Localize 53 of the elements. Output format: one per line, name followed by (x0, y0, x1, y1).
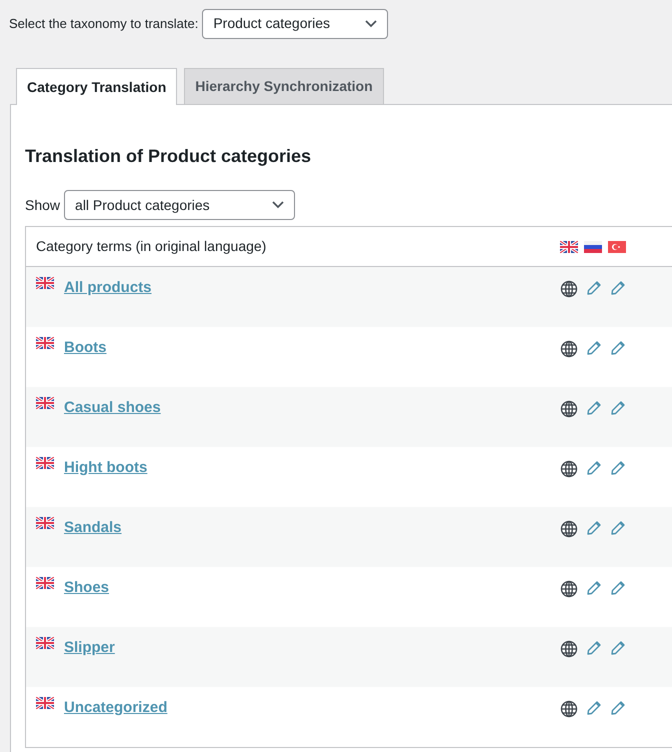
pencil-icon[interactable] (586, 340, 602, 356)
uk-flag-icon (36, 637, 54, 649)
uk-flag-icon (36, 697, 54, 709)
uk-flag-icon (36, 337, 54, 349)
uk-flag-icon (36, 517, 54, 529)
category-link[interactable]: Slipper (64, 637, 115, 660)
uk-flag-icon (36, 457, 54, 469)
category-link[interactable]: Sandals (64, 517, 122, 540)
column-header: Category terms (in original language) (36, 237, 266, 256)
category-link[interactable]: All products (64, 277, 152, 300)
globe-icon[interactable] (560, 640, 578, 658)
globe-icon[interactable] (560, 400, 578, 418)
category-link[interactable]: Hight boots (64, 457, 148, 480)
filter-select[interactable]: all Product categories (64, 190, 296, 220)
pencil-icon[interactable] (586, 580, 602, 596)
russia-flag-icon (584, 240, 602, 252)
pencil-icon[interactable] (586, 460, 602, 476)
globe-icon[interactable] (560, 580, 578, 598)
pencil-icon[interactable] (610, 400, 626, 416)
filter-label: Show (25, 196, 60, 214)
globe-icon[interactable] (560, 280, 578, 298)
uk-flag-icon (36, 277, 54, 289)
globe-icon[interactable] (560, 520, 578, 538)
tab[interactable]: Category Translation (16, 68, 178, 105)
section-title: Translation of Product categories (25, 145, 312, 168)
chevron-down-icon (365, 20, 378, 28)
turkey-flag-icon (608, 240, 626, 252)
pencil-icon[interactable] (610, 340, 626, 356)
globe-icon[interactable] (560, 340, 578, 358)
uk-flag-icon (36, 397, 54, 409)
taxonomy-label: Select the taxonomy to translate: (9, 14, 198, 33)
category-link[interactable]: Uncategorized (64, 697, 168, 720)
chevron-down-icon (272, 201, 284, 209)
uk-flag-icon (36, 577, 54, 589)
pencil-icon[interactable] (586, 280, 602, 296)
pencil-icon[interactable] (586, 640, 602, 656)
category-link[interactable]: Shoes (64, 577, 110, 600)
pencil-icon[interactable] (586, 520, 602, 536)
globe-icon[interactable] (560, 460, 578, 478)
pencil-icon[interactable] (586, 700, 602, 716)
tab[interactable]: Hierarchy Synchronization (184, 68, 384, 104)
taxonomy-select[interactable]: Product categories (202, 8, 388, 38)
category-link[interactable]: Casual shoes (64, 397, 161, 420)
pencil-icon[interactable] (586, 400, 602, 416)
globe-icon[interactable] (560, 700, 578, 718)
pencil-icon[interactable] (610, 700, 626, 716)
pencil-icon[interactable] (610, 280, 626, 296)
pencil-icon[interactable] (610, 520, 626, 536)
pencil-icon[interactable] (610, 640, 626, 656)
pencil-icon[interactable] (610, 580, 626, 596)
pencil-icon[interactable] (610, 460, 626, 476)
uk-flag-icon (560, 240, 578, 252)
category-link[interactable]: Boots (64, 337, 106, 360)
